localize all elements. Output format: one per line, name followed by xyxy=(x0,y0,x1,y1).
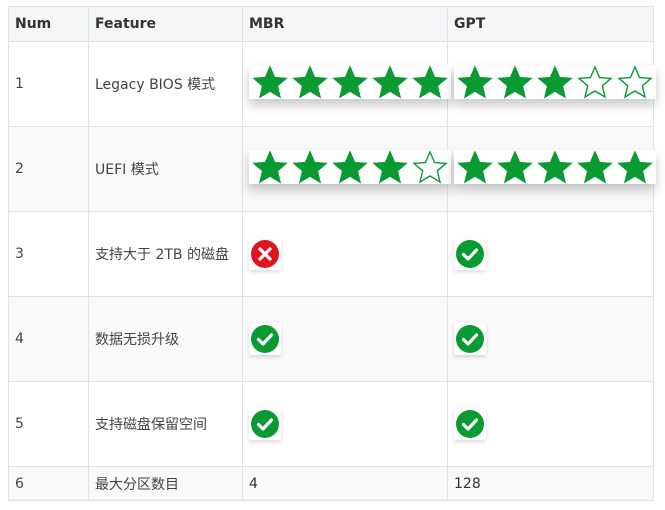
star-filled-icon xyxy=(332,65,368,99)
star-filled-icon xyxy=(577,150,613,184)
check-circle-icon xyxy=(456,325,484,353)
star-outline-icon xyxy=(412,150,448,184)
page: Num Feature MBR GPT 1 Legacy BIOS 模式 2 UEFI… xyxy=(0,0,665,510)
gpt-status-cell xyxy=(447,211,654,297)
table-header-row: Num Feature MBR GPT xyxy=(8,6,654,42)
comparison-table: Num Feature MBR GPT 1 Legacy BIOS 模式 2 UEFI… xyxy=(8,6,656,501)
row-num-cell: 4 xyxy=(8,296,89,382)
gpt-rating-cell xyxy=(447,41,656,127)
star-filled-icon xyxy=(372,65,408,99)
status-badge xyxy=(249,238,281,270)
gpt-status-cell xyxy=(447,296,654,382)
row-num-cell: 6 xyxy=(8,466,89,501)
star-filled-icon xyxy=(617,150,653,184)
table-row: 1 Legacy BIOS 模式 xyxy=(8,41,656,127)
star-filled-icon xyxy=(332,150,368,184)
star-filled-icon xyxy=(537,65,573,99)
mbr-rating-cell xyxy=(242,41,451,127)
header-gpt: GPT xyxy=(447,6,654,42)
row-num-cell: 2 xyxy=(8,126,89,212)
star-filled-icon xyxy=(537,150,573,184)
star-filled-icon xyxy=(497,65,533,99)
star-filled-icon xyxy=(372,150,408,184)
gpt-rating-cell xyxy=(447,126,656,212)
row-feature-cell: Legacy BIOS 模式 xyxy=(88,41,243,127)
star-filled-icon xyxy=(412,65,448,99)
row-feature-cell: UEFI 模式 xyxy=(88,126,243,212)
star-filled-icon xyxy=(292,65,328,99)
row-num-cell: 1 xyxy=(8,41,89,127)
star-outline-icon xyxy=(617,65,653,99)
mbr-status-cell xyxy=(242,381,448,467)
check-circle-icon xyxy=(251,410,279,438)
star-rating xyxy=(454,150,656,184)
status-badge xyxy=(249,408,281,440)
star-outline-icon xyxy=(577,65,613,99)
table-row: 3 支持大于 2TB 的磁盘 xyxy=(8,211,654,297)
star-filled-icon xyxy=(457,150,493,184)
row-num-cell: 3 xyxy=(8,211,89,297)
star-filled-icon xyxy=(497,150,533,184)
status-badge xyxy=(454,238,486,270)
row-feature-cell: 支持磁盘保留空间 xyxy=(88,381,243,467)
table-row: 2 UEFI 模式 xyxy=(8,126,656,212)
star-filled-icon xyxy=(252,150,288,184)
check-circle-icon xyxy=(251,325,279,353)
header-mbr: MBR xyxy=(242,6,448,42)
star-filled-icon xyxy=(252,65,288,99)
star-rating xyxy=(454,65,656,99)
status-badge xyxy=(454,408,486,440)
gpt-status-cell xyxy=(447,381,654,467)
mbr-rating-cell xyxy=(242,126,451,212)
table-row: 5 支持磁盘保留空间 xyxy=(8,381,654,467)
mbr-status-cell xyxy=(242,211,448,297)
star-rating xyxy=(249,65,451,99)
status-badge xyxy=(249,323,281,355)
table-body: 1 Legacy BIOS 模式 2 UEFI 模式 3 支持大于 2TB 的磁盘 4 数据无… xyxy=(8,41,656,501)
star-rating xyxy=(249,150,451,184)
table-row: 4 数据无损升级 xyxy=(8,296,654,382)
row-feature-cell: 数据无损升级 xyxy=(88,296,243,382)
star-filled-icon xyxy=(457,65,493,99)
check-circle-icon xyxy=(456,410,484,438)
cross-circle-icon xyxy=(251,240,279,268)
check-circle-icon xyxy=(456,240,484,268)
row-feature-cell: 最大分区数目 xyxy=(88,466,243,501)
status-badge xyxy=(454,323,486,355)
row-num-cell: 5 xyxy=(8,381,89,467)
row-feature-cell: 支持大于 2TB 的磁盘 xyxy=(88,211,243,297)
table-row: 6 最大分区数目 4 128 xyxy=(8,466,654,501)
mbr-status-cell xyxy=(242,296,448,382)
gpt-value-cell: 128 xyxy=(447,466,654,501)
mbr-value-cell: 4 xyxy=(242,466,448,501)
header-num: Num xyxy=(8,6,89,42)
header-feature: Feature xyxy=(88,6,243,42)
star-filled-icon xyxy=(292,150,328,184)
